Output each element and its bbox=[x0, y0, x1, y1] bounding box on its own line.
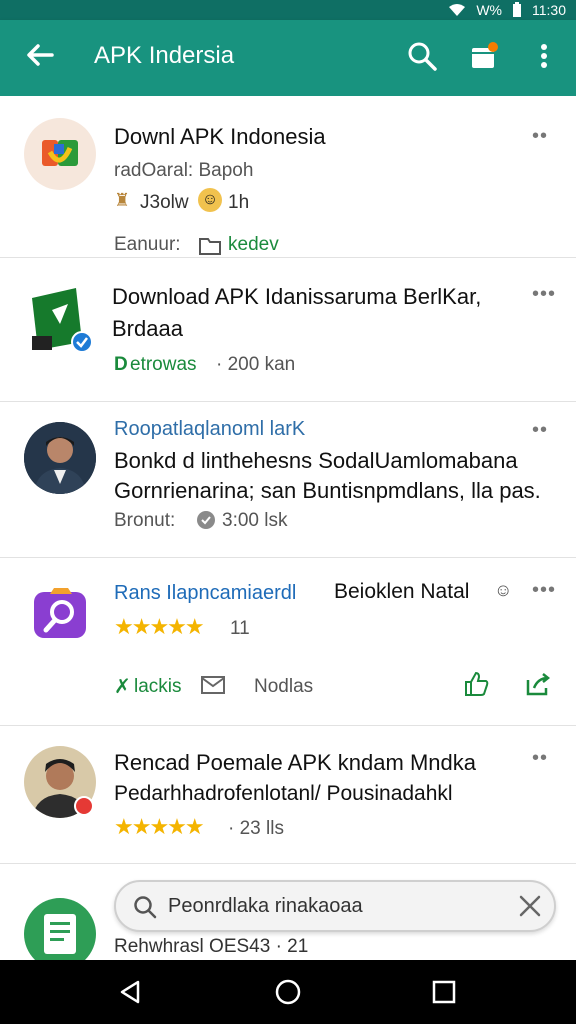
search-input[interactable]: Peonrdlaka rinakaoaa bbox=[168, 895, 363, 918]
share-icon[interactable] bbox=[524, 670, 552, 698]
post-title-link[interactable]: Rans Ilapncamiaerdl bbox=[114, 582, 296, 605]
post-subtitle: radOaral: Bapoh bbox=[114, 160, 254, 181]
source-badge: D bbox=[114, 354, 128, 375]
app-logo-avatar bbox=[24, 118, 96, 190]
more-options-icon[interactable] bbox=[530, 40, 558, 72]
close-icon[interactable] bbox=[518, 894, 542, 918]
post-action-label[interactable]: lackis bbox=[134, 676, 182, 698]
post-body-line1: Bonkd d linthehesns SodalUamlomabana bbox=[114, 448, 518, 473]
post-card[interactable]: Roopatlaqlanoml larK •• Bonkd d linthehe… bbox=[0, 402, 576, 558]
trophy-icon: ♜ bbox=[114, 190, 131, 210]
status-bar: W% 11:30 bbox=[0, 0, 576, 20]
app-logo-avatar bbox=[24, 284, 96, 356]
post-title-line2[interactable]: Brdaaa bbox=[112, 316, 183, 342]
post-title[interactable]: Beioklen Natal bbox=[334, 580, 469, 604]
status-icons: W% 11:30 bbox=[448, 1, 566, 19]
more-dots-icon[interactable]: •• bbox=[532, 420, 552, 444]
feed[interactable]: Downl APK Indonesia •• radOaral: Bapoh ♜… bbox=[0, 96, 576, 960]
back-nav-icon[interactable] bbox=[116, 978, 144, 1006]
more-dots-icon[interactable]: •• bbox=[532, 748, 552, 772]
post-footer-label: Bronut: bbox=[114, 510, 176, 531]
post-subtitle: Pedarhhadrofenlotanl/ Pousinadahkl bbox=[114, 782, 453, 805]
post-meta: · 200 kan bbox=[216, 354, 296, 375]
avatar bbox=[24, 746, 96, 818]
page-title: APK Indersia bbox=[94, 42, 235, 69]
rating-count: 11 bbox=[230, 618, 250, 639]
more-dots-icon[interactable]: •• bbox=[532, 126, 552, 150]
post-card[interactable]: Rencad Poemale APK kndam Mndka •• Pedarh… bbox=[0, 726, 576, 864]
post-title[interactable]: Rencad Poemale APK kndam Mndka bbox=[114, 750, 476, 776]
rating-count: · 23 lls bbox=[228, 818, 284, 839]
post-time: 1h bbox=[228, 192, 250, 213]
recents-nav-icon[interactable] bbox=[430, 978, 458, 1006]
post-source[interactable]: etrowas bbox=[130, 354, 197, 376]
more-dots-icon[interactable]: ••• bbox=[532, 580, 555, 604]
app-logo-avatar bbox=[24, 898, 96, 960]
post-footer-label: Eanuur: bbox=[114, 234, 181, 255]
rating-stars: ★★★★★ bbox=[114, 814, 205, 839]
search-bar[interactable]: Peonrdlaka rinakaoaa bbox=[114, 880, 556, 932]
avatar bbox=[24, 422, 96, 494]
battery-icon bbox=[513, 2, 521, 17]
app-bar: APK Indersia bbox=[0, 20, 576, 96]
home-nav-icon[interactable] bbox=[274, 978, 302, 1006]
wifi-icon bbox=[449, 4, 466, 16]
folder-icon bbox=[199, 238, 221, 255]
back-arrow-icon[interactable] bbox=[24, 39, 56, 71]
post-footer: Rehwhrasl OES43 · 21 bbox=[114, 936, 309, 957]
post-title[interactable]: Downl APK Indonesia bbox=[114, 124, 326, 150]
emoji-icon: ☺ bbox=[494, 580, 513, 600]
post-title[interactable]: Download APK Idanissaruma BerlKar, bbox=[112, 284, 481, 310]
post-time: 3:00 lsk bbox=[222, 510, 288, 531]
post-action-mid[interactable]: Nodlas bbox=[254, 676, 313, 698]
post-card[interactable]: Rans Ilapncamiaerdl Beioklen Natal ☺ •••… bbox=[0, 558, 576, 726]
status-time: 11:30 bbox=[532, 2, 566, 18]
post-author[interactable]: Roopatlaqlanoml larK bbox=[114, 418, 305, 441]
search-icon bbox=[134, 896, 157, 919]
search-icon[interactable] bbox=[406, 40, 438, 72]
notification-icon[interactable] bbox=[468, 40, 500, 72]
link-icon: ✗ bbox=[114, 676, 131, 698]
app-logo-avatar bbox=[24, 580, 96, 652]
mail-icon[interactable] bbox=[200, 674, 226, 696]
post-body-line2: Gornrienarina; san Buntisnpmdlans, lla p… bbox=[114, 478, 541, 503]
post-footer-link[interactable]: kedev bbox=[228, 234, 279, 256]
emoji-icon: ☺ bbox=[198, 188, 222, 212]
thumbs-up-icon[interactable] bbox=[462, 670, 490, 698]
location-icon bbox=[197, 511, 215, 529]
system-nav-bar bbox=[0, 960, 576, 1024]
post-card[interactable]: Download APK Idanissaruma BerlKar, Brdaa… bbox=[0, 258, 576, 402]
more-dots-icon[interactable]: ••• bbox=[532, 284, 555, 308]
post-meta: J3olw bbox=[140, 192, 189, 213]
battery-percent: W% bbox=[476, 2, 502, 18]
rating-stars: ★★★★★ bbox=[114, 614, 205, 639]
post-card[interactable]: Downl APK Indonesia •• radOaral: Bapoh ♜… bbox=[0, 96, 576, 258]
